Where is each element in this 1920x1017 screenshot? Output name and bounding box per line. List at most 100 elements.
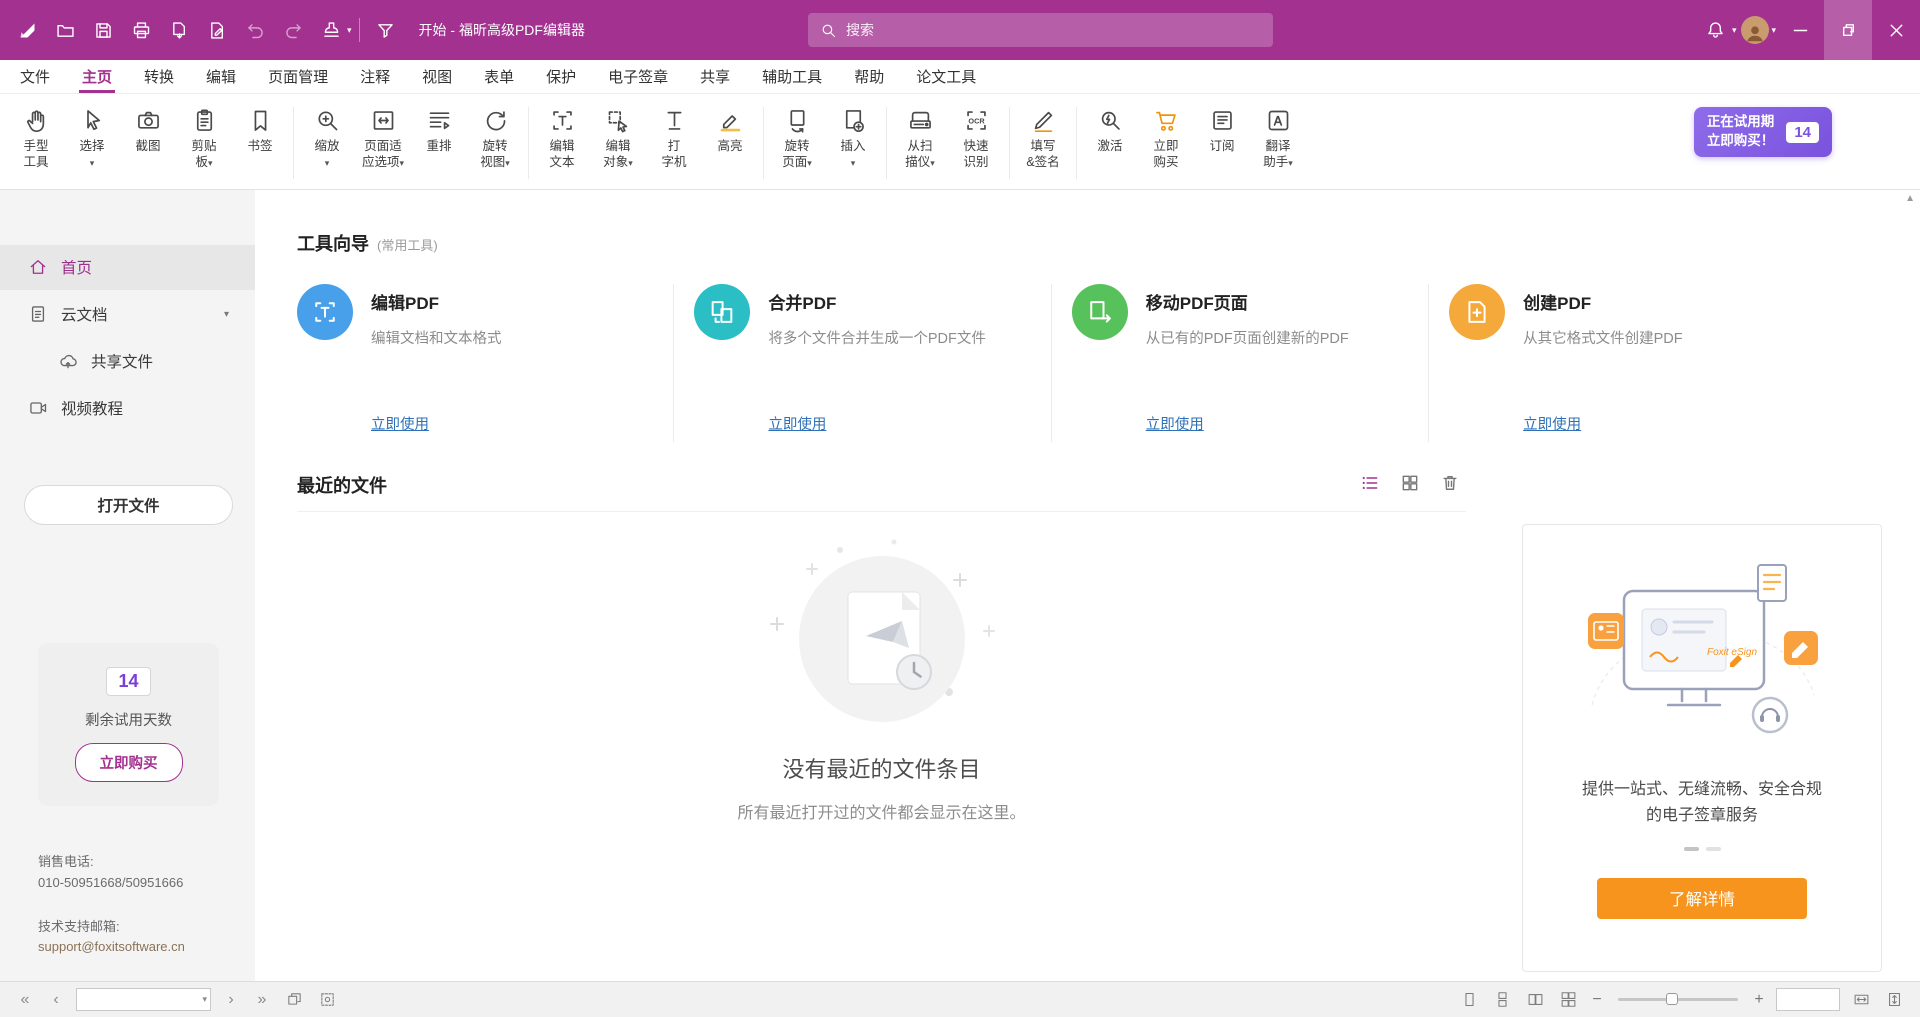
support-email-value[interactable]: support@foxitsoftware.cn xyxy=(38,937,255,957)
open-file-button[interactable]: 打开文件 xyxy=(24,485,233,526)
use-now-link[interactable]: 立即使用 xyxy=(371,413,429,434)
zoom-level-input[interactable] xyxy=(1782,993,1834,1007)
sidebar-item-cloud-docs[interactable]: 云文档 ▾ xyxy=(0,292,255,337)
quick-tools-filter-icon[interactable] xyxy=(368,12,404,48)
ribbon-snapshot[interactable]: 截图 xyxy=(120,101,176,155)
tool-card-merge-pdf[interactable]: 合并PDF 将多个文件合并生成一个PDF文件 立即使用 xyxy=(674,284,1051,442)
export-pdf-icon[interactable] xyxy=(161,12,197,48)
snapshot-pages-icon[interactable] xyxy=(282,988,306,1012)
open-file-icon[interactable] xyxy=(47,12,83,48)
menu-item-comment[interactable]: 注释 xyxy=(344,60,406,93)
first-page-button[interactable]: « xyxy=(14,992,36,1008)
chevron-down-icon[interactable]: ▾ xyxy=(1732,25,1737,36)
tool-card-create-pdf[interactable]: 创建PDF 从其它格式文件创建PDF 立即使用 xyxy=(1429,284,1882,442)
buy-now-button[interactable]: 立即购买 xyxy=(75,743,183,782)
chevron-down-icon[interactable]: ▾ xyxy=(224,309,229,320)
undo-icon[interactable] xyxy=(237,12,273,48)
minimize-button[interactable] xyxy=(1776,0,1824,60)
ribbon-zoom[interactable]: 缩放 ▾ xyxy=(299,101,355,170)
tool-card-move-pages[interactable]: 移动PDF页面 从已有的PDF页面创建新的PDF 立即使用 xyxy=(1052,284,1429,442)
ribbon-activate[interactable]: 激活 xyxy=(1082,101,1138,155)
menu-item-paper-tools[interactable]: 论文工具 xyxy=(900,60,992,93)
chevron-down-icon[interactable]: ▾ xyxy=(347,25,352,36)
trial-period-badge[interactable]: 正在试用期 立即购买！ 14 xyxy=(1694,107,1832,157)
ribbon-quick-ocr[interactable]: OCR 快速 识别 xyxy=(948,101,1004,170)
previous-page-button[interactable]: ‹ xyxy=(45,992,67,1008)
menu-item-esign[interactable]: 电子签章 xyxy=(592,60,684,93)
menu-item-accessibility[interactable]: 辅助工具 xyxy=(746,60,838,93)
notifications-bell-icon[interactable] xyxy=(1698,12,1734,48)
last-page-button[interactable]: » xyxy=(251,992,273,1008)
ribbon-highlight[interactable]: 高亮 xyxy=(702,101,758,155)
menu-item-form[interactable]: 表单 xyxy=(468,60,530,93)
search-input[interactable] xyxy=(846,22,1261,38)
select-region-icon[interactable] xyxy=(315,988,339,1012)
sidebar-item-home[interactable]: 首页 xyxy=(0,245,255,290)
menu-item-share[interactable]: 共享 xyxy=(684,60,746,93)
zoom-level-box[interactable] xyxy=(1776,988,1840,1011)
ribbon-page-fit-options[interactable]: 页面适 应选项▾ xyxy=(355,101,411,170)
zoom-slider-thumb[interactable] xyxy=(1666,993,1678,1005)
next-page-button[interactable]: › xyxy=(220,992,242,1008)
ribbon-rotate-pages[interactable]: 旋转 页面▾ xyxy=(769,101,825,170)
sidebar-item-shared-files[interactable]: 共享文件 xyxy=(0,339,255,384)
sidebar-item-video-tutorials[interactable]: 视频教程 xyxy=(0,386,255,431)
use-now-link[interactable]: 立即使用 xyxy=(1146,413,1204,434)
ribbon-clipboard[interactable]: 剪贴 板▾ xyxy=(176,101,232,170)
menu-item-home[interactable]: 主页 xyxy=(66,60,128,93)
learn-more-button[interactable]: 了解详情 xyxy=(1597,878,1807,919)
ribbon-fill-sign[interactable]: 填写 &签名 xyxy=(1015,101,1071,170)
print-icon[interactable] xyxy=(123,12,159,48)
list-view-button[interactable] xyxy=(1360,473,1380,498)
facing-continuous-view-icon[interactable] xyxy=(1556,988,1580,1012)
trial-badge-line1: 正在试用期 xyxy=(1707,113,1775,132)
ribbon-bookmark[interactable]: 书签 xyxy=(232,101,288,155)
menu-item-file[interactable]: 文件 xyxy=(4,60,66,93)
page-number-box[interactable]: ▾ xyxy=(76,988,211,1011)
create-pdf-icon[interactable] xyxy=(199,12,235,48)
ribbon-edit-object[interactable]: 编辑 对象▾ xyxy=(590,101,646,170)
ribbon-insert[interactable]: 插入 ▾ xyxy=(825,101,881,170)
page-number-input[interactable] xyxy=(83,993,202,1007)
carousel-dots[interactable] xyxy=(1684,847,1721,851)
facing-view-icon[interactable] xyxy=(1523,988,1547,1012)
ribbon-reflow[interactable]: 重排 xyxy=(411,101,467,155)
clear-recent-trash-button[interactable] xyxy=(1440,473,1460,498)
fit-page-icon[interactable] xyxy=(1882,988,1906,1012)
single-page-view-icon[interactable] xyxy=(1457,988,1481,1012)
ribbon-hand-tool[interactable]: 手型 工具 xyxy=(8,101,64,170)
ribbon-buy-now[interactable]: 立即 购买 xyxy=(1138,101,1194,170)
tool-card-edit-pdf[interactable]: 编辑PDF 编辑文档和文本格式 立即使用 xyxy=(297,284,674,442)
zoom-out-button[interactable]: − xyxy=(1589,991,1605,1009)
save-icon[interactable] xyxy=(85,12,121,48)
stamp-tool-icon[interactable] xyxy=(313,12,349,48)
close-button[interactable] xyxy=(1872,0,1920,60)
menu-item-protect[interactable]: 保护 xyxy=(530,60,592,93)
continuous-view-icon[interactable] xyxy=(1490,988,1514,1012)
use-now-link[interactable]: 立即使用 xyxy=(768,413,826,434)
use-now-link[interactable]: 立即使用 xyxy=(1523,413,1581,434)
ribbon-typewriter[interactable]: 打 字机 xyxy=(646,101,702,170)
fit-width-icon[interactable] xyxy=(1849,988,1873,1012)
redo-icon[interactable] xyxy=(275,12,311,48)
menu-item-help[interactable]: 帮助 xyxy=(838,60,900,93)
ribbon-translate-assistant[interactable]: 翻译 助手▾ xyxy=(1250,101,1306,170)
zoom-in-button[interactable]: + xyxy=(1751,991,1767,1009)
ribbon-edit-text[interactable]: 编辑 文本 xyxy=(534,101,590,170)
restore-button[interactable] xyxy=(1824,0,1872,60)
account-avatar[interactable] xyxy=(1737,12,1773,48)
menu-item-convert[interactable]: 转换 xyxy=(128,60,190,93)
global-search[interactable] xyxy=(808,13,1273,47)
chevron-down-icon: ▾ xyxy=(505,158,510,168)
menu-item-view[interactable]: 视图 xyxy=(406,60,468,93)
scrollbar-up-icon[interactable]: ▲ xyxy=(1905,193,1915,204)
chevron-down-icon[interactable]: ▾ xyxy=(202,994,207,1005)
zoom-slider[interactable] xyxy=(1618,998,1738,1001)
ribbon-from-scanner[interactable]: 从扫 描仪▾ xyxy=(892,101,948,170)
ribbon-select[interactable]: 选择 ▾ xyxy=(64,101,120,170)
menu-item-edit[interactable]: 编辑 xyxy=(190,60,252,93)
menu-item-page-manage[interactable]: 页面管理 xyxy=(252,60,344,93)
grid-view-button[interactable] xyxy=(1400,473,1420,498)
ribbon-subscribe[interactable]: 订阅 xyxy=(1194,101,1250,155)
ribbon-rotate-view[interactable]: 旋转 视图▾ xyxy=(467,101,523,170)
